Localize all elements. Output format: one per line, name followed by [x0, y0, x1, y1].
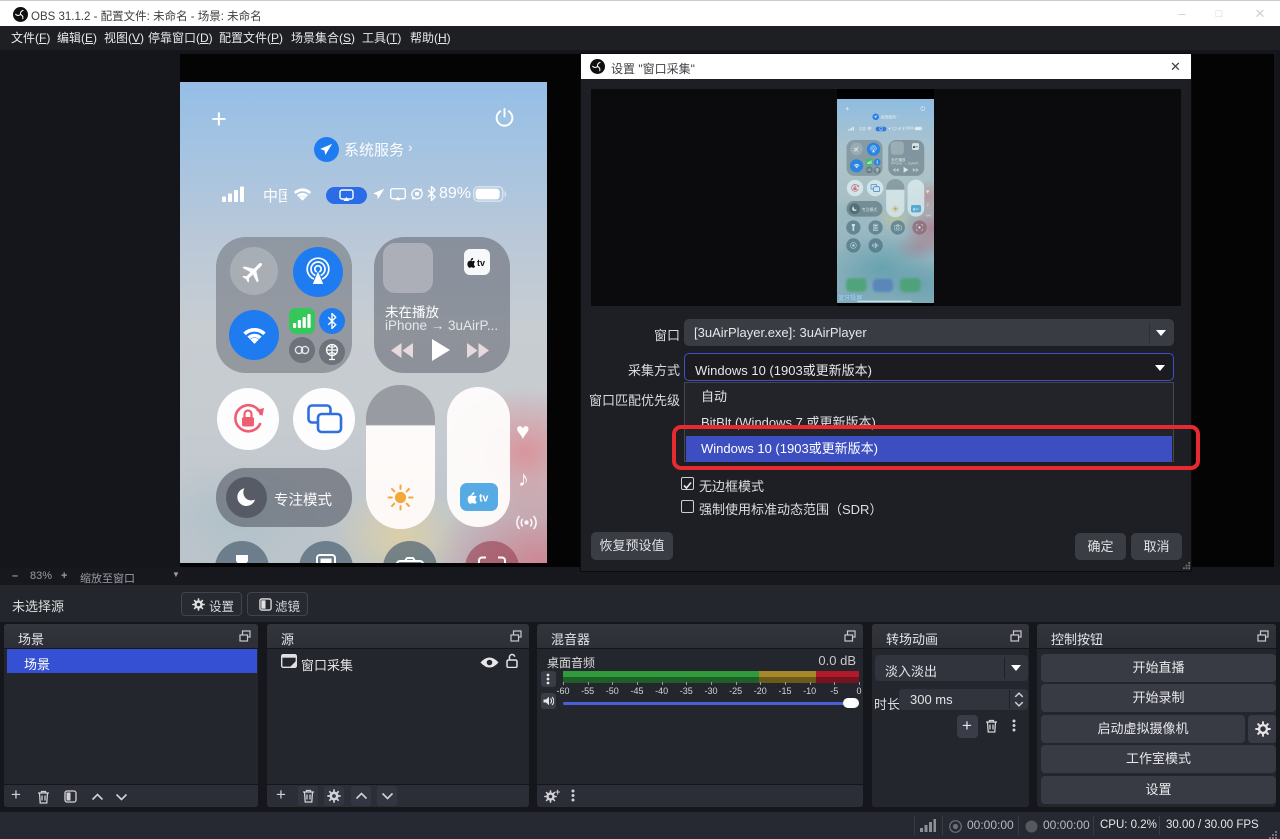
svg-text:tv: tv — [477, 258, 485, 268]
svg-text:tv: tv — [479, 493, 489, 504]
